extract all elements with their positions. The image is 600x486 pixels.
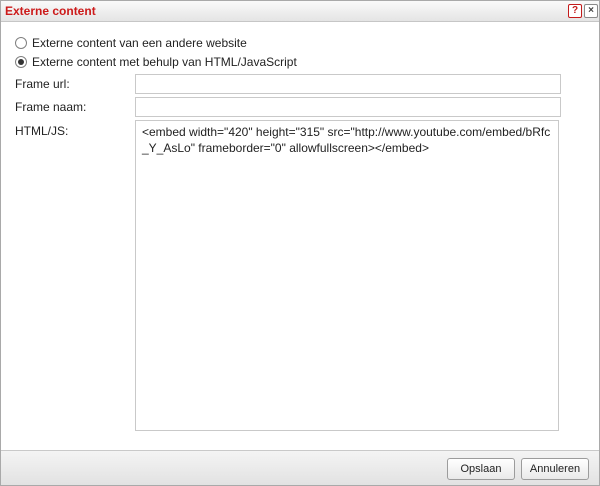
option-html-javascript-label: Externe content met behulp van HTML/Java… (32, 55, 297, 69)
close-icon[interactable]: × (584, 4, 598, 18)
frame-name-label: Frame naam: (15, 100, 87, 114)
external-content-dialog: Externe content ? × Externe content van … (0, 0, 600, 486)
option-external-website[interactable]: Externe content van een andere website (15, 35, 247, 51)
dialog-titlebar: Externe content ? × (1, 1, 599, 22)
frame-url-label: Frame url: (15, 77, 70, 91)
radio-external-website[interactable] (15, 37, 27, 49)
html-js-textarea[interactable]: <embed width="420" height="315" src="htt… (135, 120, 559, 431)
radio-html-javascript[interactable] (15, 56, 27, 68)
dialog-content: Externe content van een andere website E… (1, 22, 599, 450)
save-button[interactable]: Opslaan (447, 458, 515, 480)
html-js-label: HTML/JS: (15, 124, 69, 138)
cancel-button[interactable]: Annuleren (521, 458, 589, 480)
option-html-javascript[interactable]: Externe content met behulp van HTML/Java… (15, 54, 297, 70)
dialog-title: Externe content (5, 4, 96, 18)
frame-name-input[interactable] (135, 97, 561, 117)
dialog-footer: Opslaan Annuleren (1, 450, 599, 485)
option-external-website-label: Externe content van een andere website (32, 36, 247, 50)
help-icon[interactable]: ? (568, 4, 582, 18)
frame-url-input[interactable] (135, 74, 561, 94)
